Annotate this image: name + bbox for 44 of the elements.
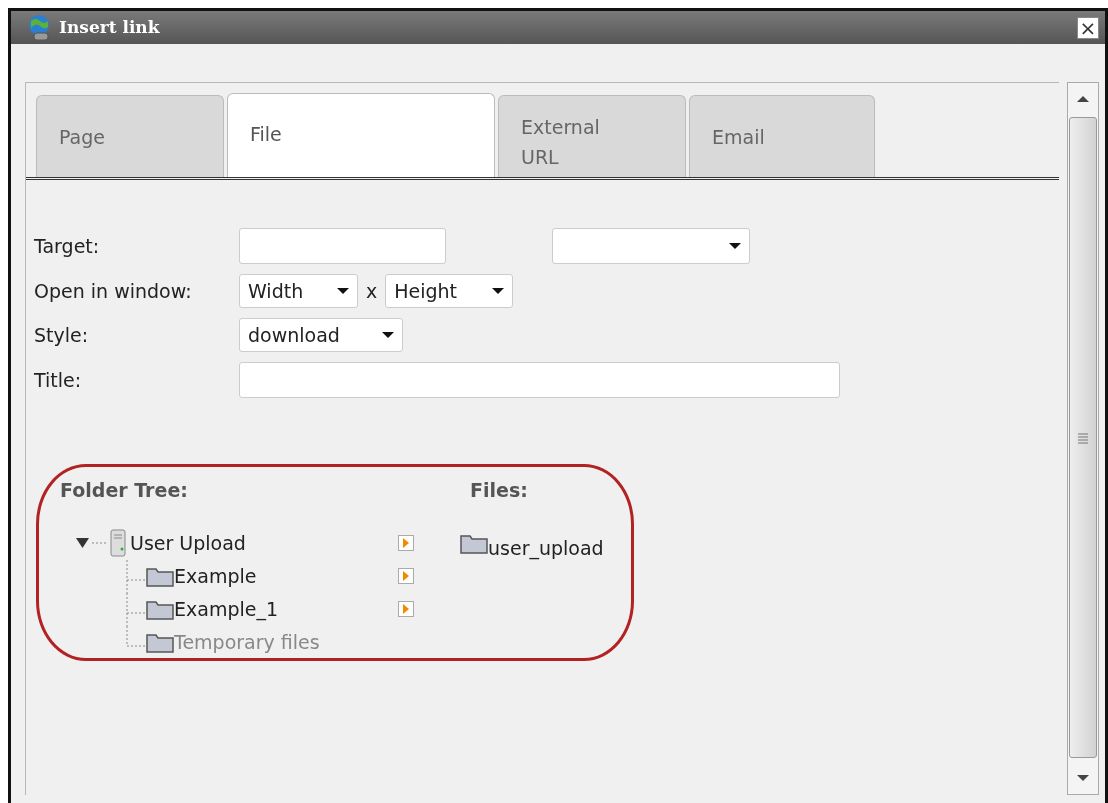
file-item[interactable]: user_upload	[488, 533, 604, 563]
play-icon	[402, 604, 410, 614]
play-icon	[402, 538, 410, 548]
folder-icon	[146, 565, 174, 587]
scroll-thumb[interactable]	[1069, 117, 1097, 758]
field-label: Target:	[34, 233, 101, 259]
menu-button[interactable]	[398, 601, 414, 617]
style-dropdown[interactable]: download	[239, 318, 403, 352]
section-heading: Files:	[470, 478, 528, 503]
field-label: Style:	[34, 322, 90, 348]
section-heading: Folder Tree:	[60, 478, 188, 503]
folder-icon	[146, 598, 174, 620]
scroll-up-icon[interactable]	[1077, 95, 1089, 103]
folder-icon	[146, 631, 174, 653]
height-dropdown[interactable]: Height	[385, 274, 514, 308]
play-icon	[402, 571, 410, 581]
separator-text: x	[366, 278, 378, 304]
field-label: Title:	[34, 367, 83, 393]
dropdown[interactable]	[552, 228, 750, 264]
input-field[interactable]	[239, 362, 840, 398]
tab[interactable]: External URL	[498, 95, 686, 177]
caret-icon	[337, 287, 349, 295]
scroll-down-icon[interactable]	[1077, 774, 1089, 782]
tree-connector	[126, 559, 146, 593]
close-button[interactable]: ×	[1077, 16, 1099, 39]
tree-item[interactable]: Example_1	[174, 594, 279, 624]
field-label: Open in window:	[34, 278, 193, 304]
tab[interactable]: Email	[689, 95, 875, 177]
scrollbar[interactable]	[1067, 82, 1099, 795]
tab[interactable]: Page	[36, 95, 224, 177]
caret-icon	[729, 242, 741, 250]
menu-button[interactable]	[398, 535, 414, 551]
caret-icon	[492, 287, 505, 295]
folder-icon	[460, 532, 488, 554]
width-dropdown[interactable]: Width	[239, 274, 358, 308]
tree-item[interactable]: User Upload	[130, 528, 246, 558]
window-title: Insert link	[59, 15, 160, 39]
tab[interactable]: File	[227, 93, 495, 177]
caret-icon	[382, 331, 394, 339]
input-field[interactable]	[239, 228, 446, 264]
tree-item[interactable]: Example	[174, 561, 257, 591]
menu-button[interactable]	[398, 568, 414, 584]
server-icon	[108, 529, 128, 557]
collapse-toggle-icon[interactable]	[76, 536, 108, 550]
